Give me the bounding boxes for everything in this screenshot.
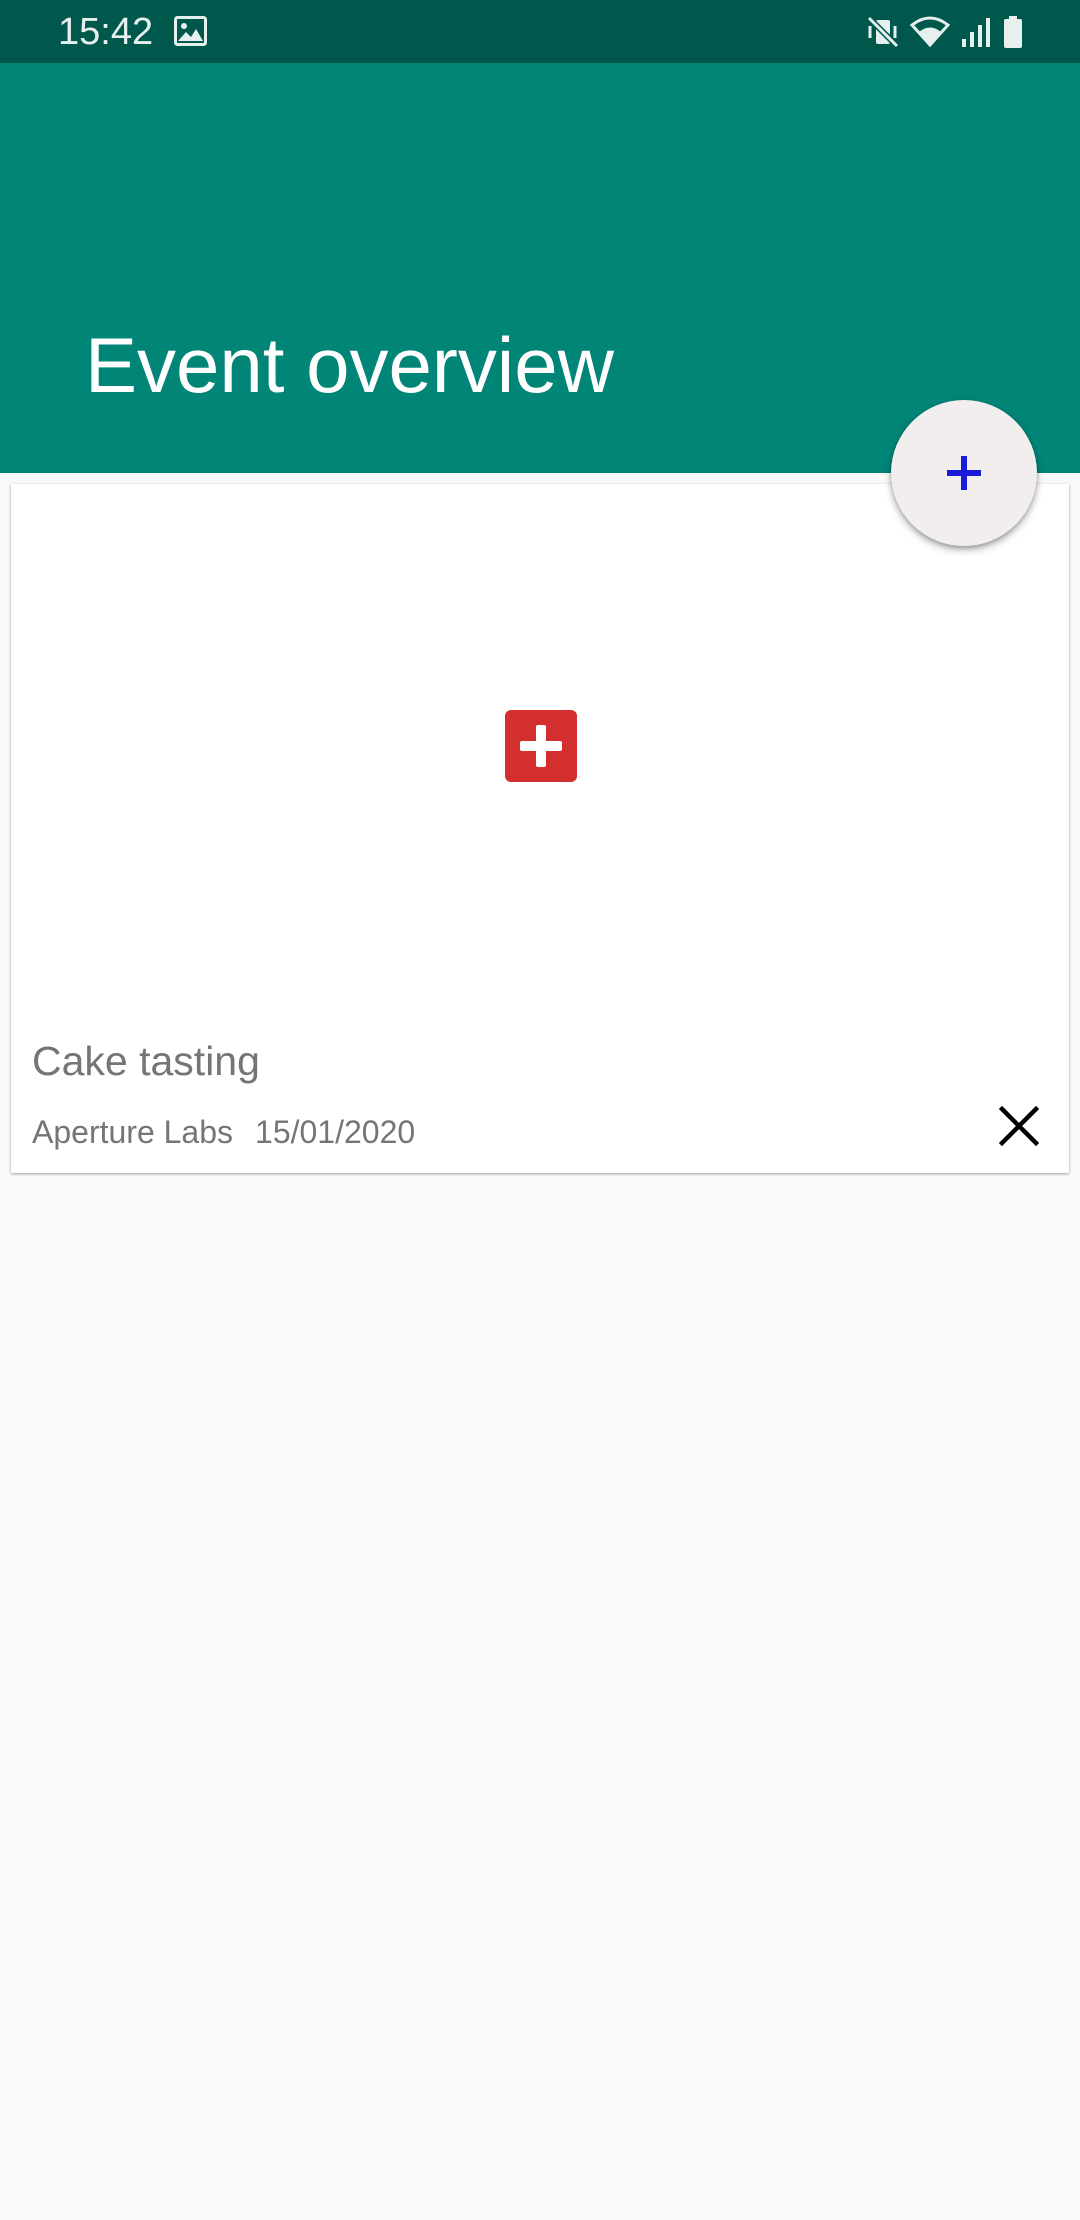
event-title: Cake tasting <box>32 1038 260 1084</box>
battery-icon <box>1002 15 1024 49</box>
signal-icon <box>960 15 992 49</box>
event-meta: Aperture Labs 15/01/2020 <box>32 1111 415 1153</box>
close-icon <box>999 1106 1039 1146</box>
plus-icon <box>947 456 981 490</box>
vibrate-mute-icon <box>866 15 900 49</box>
event-organizer: Aperture Labs <box>32 1114 234 1150</box>
page-title: Event overview <box>85 321 614 409</box>
status-icons <box>866 12 1024 52</box>
add-event-button[interactable] <box>891 400 1037 546</box>
status-time: 15:42 <box>58 11 154 53</box>
event-date: 15/01/2020 <box>255 1114 416 1150</box>
gallery-icon <box>174 16 207 46</box>
delete-event-button[interactable] <box>991 1098 1047 1154</box>
status-bar: 15:42 <box>0 0 1080 63</box>
event-card[interactable]: Cake tasting Aperture Labs 15/01/2020 <box>11 484 1069 1173</box>
wifi-icon <box>910 15 950 49</box>
app-bar: Event overview <box>0 63 1080 473</box>
red-cross-icon <box>505 710 577 782</box>
